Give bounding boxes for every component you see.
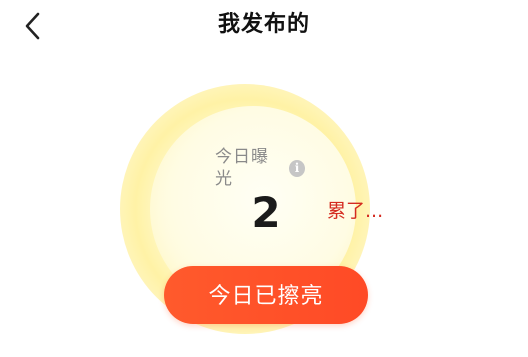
exposure-label: 今日曝光 i — [215, 147, 305, 189]
page-title: 我发布的 — [217, 12, 310, 37]
annotation-text: 累了... — [327, 200, 384, 222]
info-icon[interactable]: i — [288, 159, 305, 177]
exposure-label-text: 今日曝光 — [215, 147, 269, 189]
exposure-count: 2 — [251, 188, 281, 237]
shine-button[interactable]: 今日已擦亮 — [164, 266, 368, 324]
top-bar: 我发布的 — [0, 0, 528, 52]
